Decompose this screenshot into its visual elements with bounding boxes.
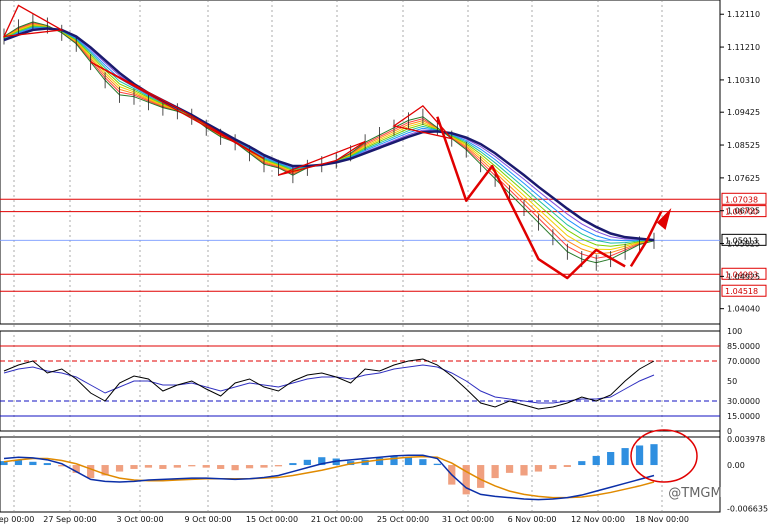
- macd-histogram-bar: [534, 465, 543, 472]
- x-tick-label: 31 Oct 00:00: [442, 515, 494, 524]
- grid: [0, 0, 721, 513]
- y-tick-label: 1.04925: [727, 272, 760, 281]
- macd-histogram-bar: [202, 465, 210, 468]
- chart-svg: 1.070381.067001.049831.045181.05913 Sep …: [0, 0, 768, 524]
- x-tick-label: 9 Oct 00:00: [184, 515, 231, 524]
- y-tick-label: 1.09425: [727, 108, 760, 117]
- macd-histogram-bar: [173, 465, 181, 468]
- y-tick-label: 1.12110: [727, 10, 760, 19]
- macd-histogram-bar: [433, 463, 441, 466]
- macd-histogram-bar: [419, 459, 427, 466]
- x-tick-label: 6 Nov 00:00: [508, 515, 557, 524]
- x-tick-label: 3 Oct 00:00: [116, 515, 163, 524]
- macd-histogram-bar: [390, 455, 398, 466]
- level-label: 1.07038: [725, 195, 758, 204]
- macd-histogram-bar: [144, 465, 153, 468]
- price-levels: 1.070381.067001.049831.045181.05913: [0, 192, 767, 297]
- macd-histogram-bar: [274, 465, 283, 467]
- y-tick-label: 1.07625: [727, 174, 760, 183]
- macd-histogram-bar: [505, 465, 514, 473]
- macd-tick-label: 0.00: [727, 461, 745, 470]
- macd-histogram-bar: [592, 455, 600, 466]
- macd-histogram-bar: [245, 465, 254, 469]
- macd-histogram-bar: [43, 463, 51, 466]
- ma-ribbon-line: [3, 27, 655, 241]
- y-tick-label: 1.11210: [727, 43, 760, 52]
- macd-histogram-bar: [404, 457, 413, 466]
- pattern-triangle: [90, 61, 265, 160]
- x-tick-label: 21 Oct 00:00: [311, 515, 363, 524]
- macd-histogram-bar: [607, 452, 615, 466]
- rsi-tick-label: 70.0000: [727, 357, 760, 366]
- macd-tick-label: 0.003978: [727, 435, 765, 444]
- rsi-panel: [0, 345, 720, 417]
- y-tick-label: 1.08525: [727, 141, 760, 150]
- macd-histogram-bar: [303, 459, 311, 466]
- macd-histogram-bar: [650, 444, 658, 466]
- level-label-box: 1.07038: [721, 192, 767, 205]
- rsi-tick-label: 15.0000: [727, 412, 760, 421]
- slow-ma-line: [3, 27, 655, 242]
- level-label: 1.04518: [725, 287, 758, 296]
- macd-histogram-bar: [578, 461, 586, 466]
- watermark: @TMGM: [668, 486, 721, 501]
- macd-histogram-bar: [115, 465, 124, 472]
- y-tick-label: 1.05825: [727, 240, 760, 249]
- y-tick-label: 1.06725: [727, 207, 760, 216]
- macd-line: [3, 454, 655, 501]
- trading-chart: 1.070381.067001.049831.045181.05913 Sep …: [0, 0, 770, 525]
- macd-histogram-bar: [260, 465, 268, 468]
- rsi-tick-label: 85.0000: [727, 342, 760, 351]
- macd-histogram-bar: [289, 463, 297, 466]
- rsi-signal-line: [3, 364, 655, 404]
- macd-histogram-bar: [477, 465, 485, 488]
- annotations: [2, 4, 672, 280]
- macd-histogram-bar: [563, 465, 571, 467]
- x-tick-label: 27 Sep 00:00: [43, 515, 96, 524]
- macd-tick-label: -0.006635: [727, 504, 768, 513]
- macd-histogram-bar: [29, 461, 37, 466]
- macd-histogram-bar: [621, 448, 629, 466]
- x-tick-label: 12 Nov 00:00: [571, 515, 625, 524]
- macd-panel: [0, 429, 698, 501]
- x-tick-label: Sep 00:00: [0, 515, 34, 524]
- macd-histogram-bar: [159, 465, 167, 469]
- macd-histogram-bar: [130, 465, 138, 469]
- macd-histogram-bar: [87, 465, 95, 479]
- macd-histogram-bar: [217, 465, 225, 469]
- rsi-tick-label: 100: [727, 327, 742, 336]
- x-tick-label: 18 Nov 00:00: [635, 515, 689, 524]
- price-series: [3, 13, 655, 271]
- macd-histogram-bar: [491, 465, 499, 479]
- y-tick-label: 1.10310: [727, 76, 760, 85]
- rsi-tick-label: 50: [727, 377, 737, 386]
- x-tick-label: 15 Oct 00:00: [246, 515, 298, 524]
- macd-histogram-bar: [231, 465, 239, 471]
- macd-histogram-bar: [635, 445, 644, 466]
- macd-histogram-bar: [188, 465, 196, 467]
- panel-frame-1: [0, 0, 721, 325]
- y-tick-label: 1.04040: [727, 305, 760, 314]
- x-tick-label: 25 Oct 00:00: [377, 515, 429, 524]
- rsi-tick-label: 30.0000: [727, 397, 760, 406]
- macd-histogram-bar: [520, 465, 528, 476]
- macd-histogram-bar: [549, 465, 557, 469]
- level-label-box: 1.04518: [721, 284, 767, 297]
